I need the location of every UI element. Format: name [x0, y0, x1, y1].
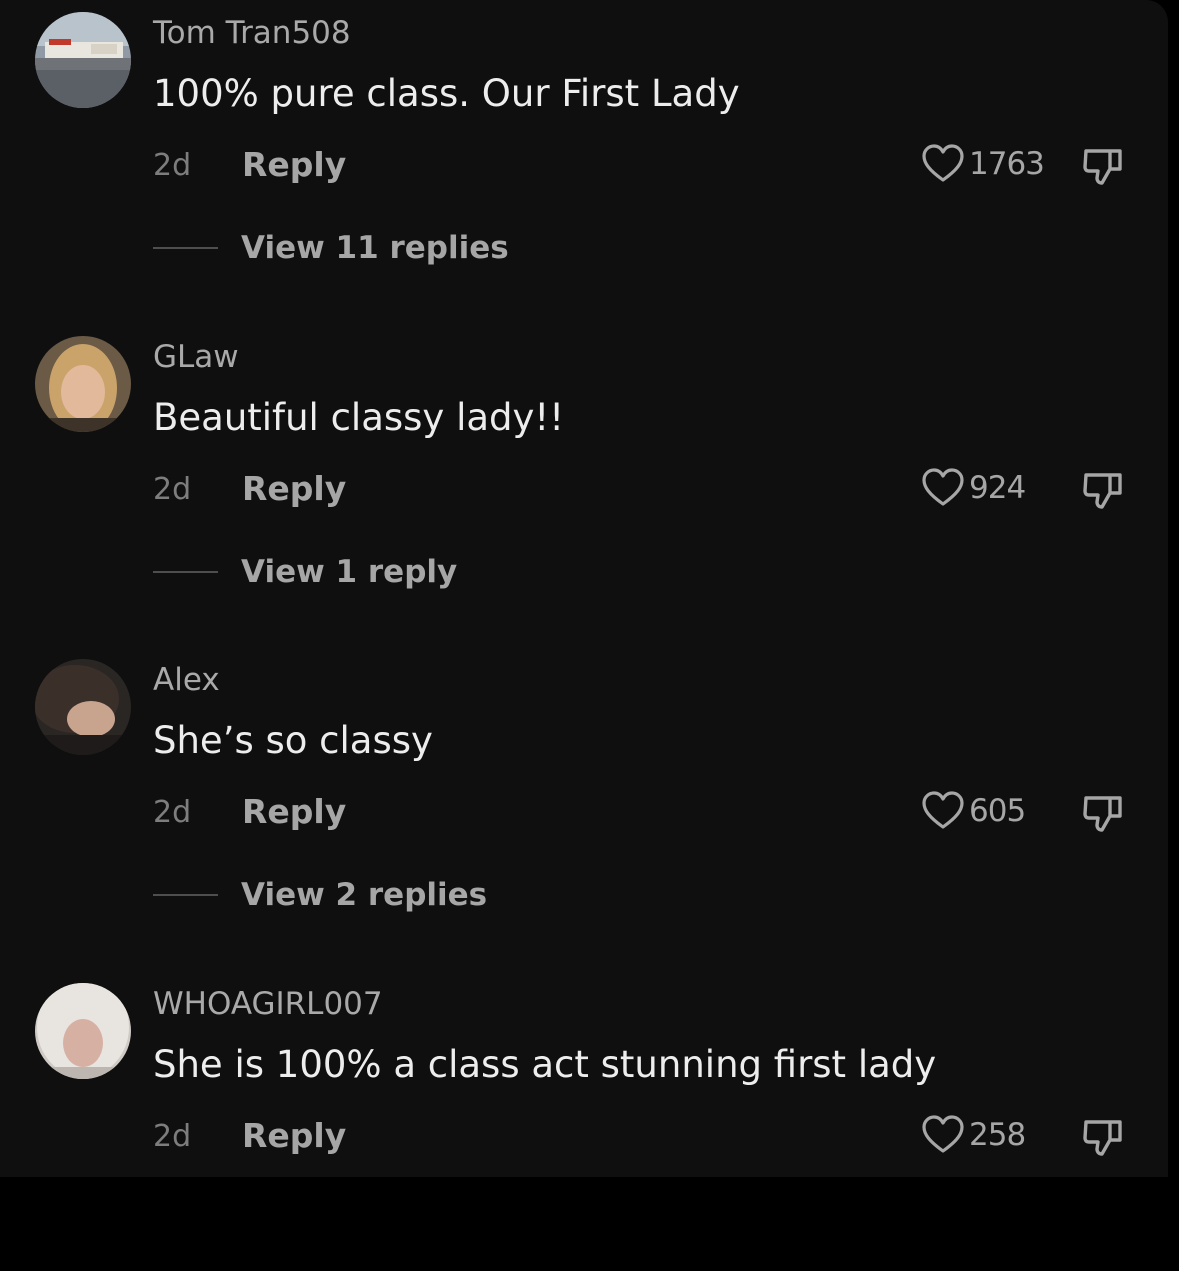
comment-item: GLaw Beautiful classy lady!! 2d Reply 92… [0, 324, 1168, 624]
thumbs-down-icon [1083, 473, 1122, 509]
like-count: 924 [969, 470, 1026, 506]
heart-icon [922, 1115, 964, 1153]
heart-icon [922, 468, 964, 506]
dislike-button[interactable] [1080, 1116, 1128, 1160]
comment-timestamp: 2d [153, 795, 192, 830]
comment-timestamp: 2d [153, 1119, 192, 1154]
view-replies-label: View 1 reply [241, 554, 458, 590]
view-replies-button[interactable]: View 11 replies [153, 226, 509, 270]
comment-text: She is 100% a class act stunning first l… [153, 1043, 937, 1086]
comment-item: Alex She’s so classy 2d Reply 605 View 2… [0, 647, 1168, 947]
view-replies-button[interactable]: View 2 replies [153, 873, 487, 917]
like-count: 258 [969, 1117, 1026, 1153]
replies-divider [153, 247, 218, 249]
avatar[interactable] [35, 336, 131, 432]
replies-divider [153, 571, 218, 573]
view-replies-button[interactable]: View 1 reply [153, 550, 457, 594]
avatar[interactable] [35, 659, 131, 755]
dislike-button[interactable] [1080, 469, 1128, 513]
comment-username[interactable]: Tom Tran508 [153, 15, 351, 51]
comment-text: 100% pure class. Our First Lady [153, 72, 740, 115]
reply-button[interactable]: Reply [242, 792, 346, 831]
reply-button[interactable]: Reply [242, 1116, 346, 1155]
view-replies-label: View 2 replies [241, 877, 488, 913]
thumbs-down-icon [1083, 149, 1122, 185]
view-replies-label: View 11 replies [241, 230, 509, 266]
like-count: 605 [969, 793, 1026, 829]
dislike-button[interactable] [1080, 792, 1128, 836]
comment-text: Beautiful classy lady!! [153, 396, 565, 439]
avatar[interactable] [35, 12, 131, 108]
comments-panel: Tom Tran508 100% pure class. Our First L… [0, 0, 1168, 1177]
comment-item: WHOAGIRL007 She is 100% a class act stun… [0, 971, 1168, 1271]
avatar[interactable] [35, 983, 131, 1079]
thumbs-down-icon [1083, 796, 1122, 832]
reply-button[interactable]: Reply [242, 469, 346, 508]
dislike-button[interactable] [1080, 145, 1128, 189]
comment-username[interactable]: GLaw [153, 339, 239, 375]
like-button[interactable]: 258 [921, 1112, 1026, 1158]
like-button[interactable]: 1763 [921, 141, 1045, 187]
like-button[interactable]: 924 [921, 465, 1026, 511]
heart-icon [922, 791, 964, 829]
thumbs-down-icon [1083, 1120, 1122, 1156]
like-count: 1763 [969, 146, 1045, 182]
replies-divider [153, 894, 218, 896]
like-button[interactable]: 605 [921, 788, 1026, 834]
reply-button[interactable]: Reply [242, 145, 346, 184]
comment-item: Tom Tran508 100% pure class. Our First L… [0, 0, 1168, 300]
comment-username[interactable]: Alex [153, 662, 220, 698]
comment-timestamp: 2d [153, 472, 192, 507]
comment-text: She’s so classy [153, 719, 433, 762]
comment-timestamp: 2d [153, 148, 192, 183]
comment-username[interactable]: WHOAGIRL007 [153, 986, 383, 1022]
heart-icon [922, 144, 964, 182]
